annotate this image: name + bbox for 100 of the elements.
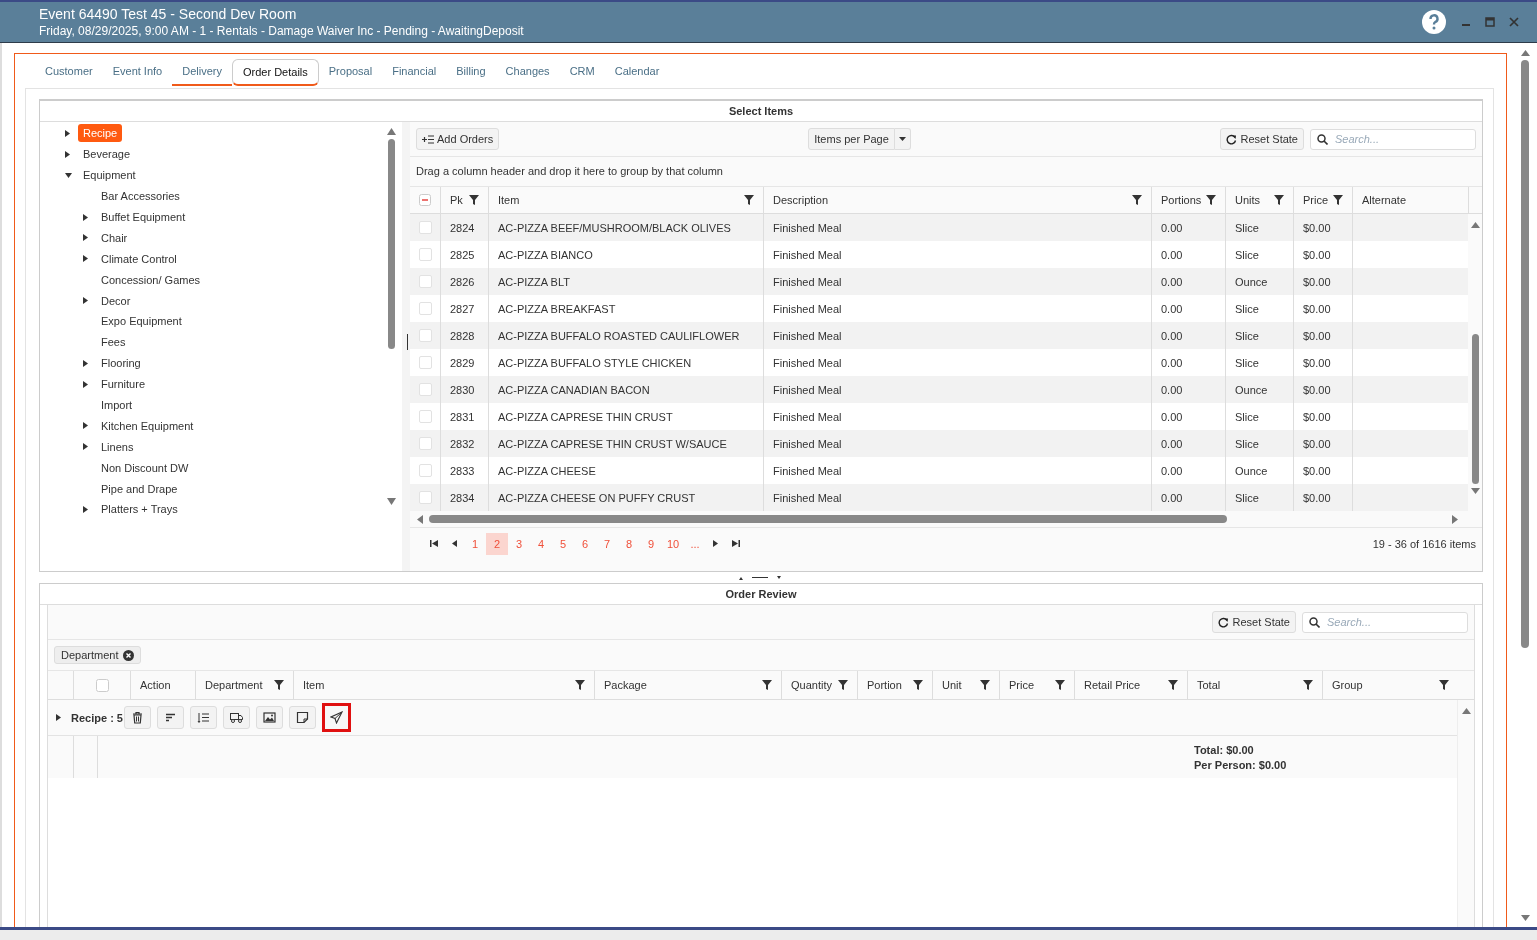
filter-icon[interactable] [1206,195,1216,205]
tree-item[interactable]: Platters + Trays [96,500,183,519]
filter-icon[interactable] [1333,195,1343,205]
tree-item[interactable]: Bar Accessories [96,187,185,206]
group-chip[interactable]: Department [54,646,142,664]
checkbox[interactable] [418,302,432,315]
scroll-down-icon[interactable] [1470,488,1480,494]
column-header[interactable]: Package [604,679,647,691]
tree-item[interactable]: Flooring [96,354,146,373]
column-header[interactable]: Item [498,194,520,206]
checkbox[interactable] [419,194,431,206]
page-link[interactable]: 1 [464,532,486,555]
filter-icon[interactable] [1303,680,1313,690]
filter-icon[interactable] [913,680,923,690]
filter-icon[interactable] [274,680,284,690]
scroll-left-icon[interactable] [417,514,423,524]
tab[interactable]: CRM [559,65,605,86]
caret-icon[interactable] [83,359,88,367]
checkbox[interactable] [418,221,432,234]
tree-item[interactable]: Buffet Equipment [96,208,191,226]
filter-icon[interactable] [1274,195,1284,205]
caret-icon[interactable] [65,129,70,137]
tree-item[interactable]: Chair [96,228,133,247]
checkbox[interactable] [418,437,432,450]
tree-item[interactable]: Expo Equipment [96,312,187,331]
scroll-up-icon[interactable] [1520,50,1530,56]
help-icon[interactable] [1421,9,1447,35]
checkbox[interactable] [418,248,432,261]
filter-icon[interactable] [1132,195,1142,205]
page-link[interactable]: 9 [640,532,662,555]
checkbox[interactable] [418,383,432,396]
column-header[interactable]: Pk [450,194,463,206]
filter-icon[interactable] [744,195,754,205]
tab[interactable]: Customer [35,65,103,86]
tab[interactable]: Order Details [231,59,319,86]
column-header[interactable]: Alternate [1362,194,1407,206]
search-field[interactable]: Search... [1310,128,1476,150]
scrollbar[interactable] [1457,700,1474,927]
last-page-icon[interactable] [732,540,740,547]
scroll-up-icon[interactable] [1470,222,1480,228]
maximize-icon[interactable] [1485,17,1495,27]
action-button[interactable] [321,703,351,732]
column-header[interactable]: Unit [942,679,962,691]
caret-icon[interactable] [83,297,88,305]
filter-icon[interactable] [1168,680,1178,690]
tree-item[interactable]: Furniture [96,375,151,394]
page-link[interactable]: 7 [596,532,618,555]
column-header[interactable]: Quantity [791,679,832,691]
filter-icon[interactable] [980,680,990,690]
caret-icon[interactable] [83,505,88,513]
column-header[interactable]: Item [303,679,325,691]
tree-item[interactable]: Decor [96,291,136,310]
checkbox[interactable] [418,356,432,369]
filter-icon[interactable] [469,195,479,205]
filter-icon[interactable] [838,680,848,690]
filter-icon[interactable] [1055,680,1065,690]
tree-item[interactable]: Equipment [78,166,141,185]
next-page-icon[interactable] [713,540,718,547]
previous-page-icon[interactable] [452,540,457,547]
scroll-down-icon[interactable] [1520,915,1530,921]
caret-icon[interactable] [83,422,88,430]
page-link[interactable]: 5 [552,532,574,555]
checkbox[interactable] [418,410,432,423]
first-page-icon[interactable] [430,540,438,547]
scroll-up-icon[interactable] [386,128,396,135]
reset-state-button[interactable]: Reset State [1211,611,1296,633]
scroll-right-icon[interactable] [1452,514,1458,524]
scroll-up-icon[interactable] [1461,708,1471,714]
tab[interactable]: Event Info [102,65,173,86]
caret-icon[interactable] [65,150,70,158]
page-link[interactable]: 8 [618,532,640,555]
column-header[interactable]: Price [1009,679,1035,691]
column-header[interactable]: Price [1303,194,1329,206]
page-link[interactable]: ... [684,532,706,555]
tree-item[interactable]: Linens [96,437,139,456]
tab[interactable]: Calendar [604,65,670,86]
expand-icon[interactable] [56,714,61,721]
caret-icon[interactable] [83,255,88,263]
tree-item[interactable]: Climate Control [96,249,182,268]
splitter-handle-icon[interactable] [739,574,783,581]
column-header[interactable]: Description [773,194,829,206]
tree-item[interactable]: Pipe and Drape [96,479,183,498]
tab[interactable]: Changes [495,65,560,86]
page-link[interactable]: 6 [574,532,596,555]
tree-item[interactable]: Concession/ Games [96,270,206,289]
tab[interactable]: Billing [446,65,496,86]
caret-icon[interactable] [83,234,88,242]
column-header[interactable]: Retail Price [1084,679,1141,691]
caret-icon[interactable] [83,443,88,451]
filter-icon[interactable] [575,680,585,690]
column-header[interactable]: Action [140,679,171,691]
checkbox[interactable] [418,329,432,342]
caret-icon[interactable] [65,172,72,178]
caret-icon[interactable] [83,380,88,388]
add-orders-button[interactable]: Add Orders [416,128,500,150]
search-field[interactable]: Search... [1302,611,1468,633]
checkbox[interactable] [418,491,432,504]
column-header[interactable]: Units [1235,194,1261,206]
column-header[interactable]: Department [205,679,263,691]
reset-state-button[interactable]: Reset State [1219,128,1304,150]
